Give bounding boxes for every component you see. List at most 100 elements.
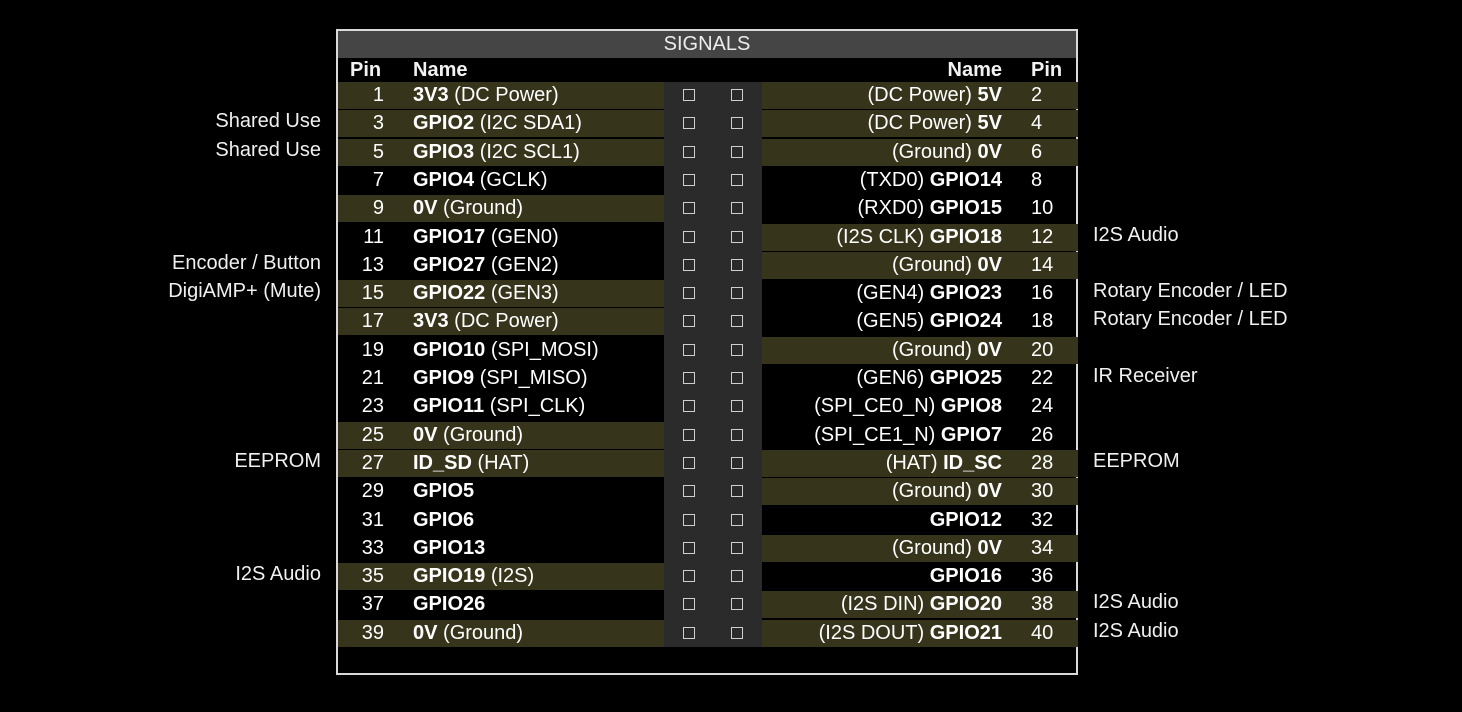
pin-signal-right: 0V — [977, 140, 1002, 163]
pin-checkbox-20[interactable] — [731, 343, 743, 356]
pin-checkbox-8[interactable] — [731, 173, 743, 186]
pin-checkbox-18[interactable] — [731, 315, 743, 328]
pin-checkbox-13[interactable] — [683, 258, 695, 271]
pin-checkbox-2[interactable] — [731, 89, 743, 101]
pin-desc-right: (GEN6) — [856, 367, 925, 389]
pin-checkbox-28[interactable] — [731, 456, 743, 469]
pinout-table: SIGNALS Pin Name Name Pin 1 3V3 (DC Power… — [336, 29, 1078, 675]
pin-number-left: 11 — [363, 225, 384, 248]
pin-signal-right: GPIO20 — [929, 593, 1002, 616]
pin-signal-left: GPIO26 — [413, 593, 486, 616]
pin-signal-right: GPIO16 — [929, 565, 1002, 588]
pin-name-right: (HAT) ID_SC — [762, 450, 1002, 477]
pin-checkbox-24[interactable] — [731, 400, 743, 413]
pin-name-right: (I2S DIN) GPIO20 — [762, 591, 1002, 618]
pin-checkbox-4[interactable] — [731, 117, 743, 130]
pin-signal-right: GPIO8 — [940, 395, 1002, 418]
pin-checkbox-15[interactable] — [683, 287, 695, 300]
pin-signal-left: GPIO22 — [413, 282, 486, 305]
pin-desc-left: (GEN3) — [490, 282, 559, 305]
pin-checkbox-12[interactable] — [731, 230, 743, 243]
pin-checkbox-37[interactable] — [683, 598, 695, 611]
side-note-right: I2S Audio — [1093, 619, 1179, 642]
pin-checkbox-25[interactable] — [683, 428, 695, 441]
pin-name-left: GPIO17 (GEN0) — [413, 224, 663, 251]
pin-name-right: (SPI_CE1_N) GPIO7 — [762, 422, 1002, 449]
pin-name-left: GPIO27 (GEN2) — [413, 252, 663, 279]
pin-checkbox-30[interactable] — [731, 485, 743, 498]
pin-checkbox-34[interactable] — [731, 541, 743, 554]
pin-checkbox-35[interactable] — [683, 570, 695, 583]
pin-row-17-18: 17 3V3 (DC Power) (GEN5) GPIO24 18 — [338, 308, 1076, 336]
pin-checkbox-10[interactable] — [731, 202, 743, 215]
pin-row-25-26: 25 0V (Ground) (SPI_CE1_N) GPIO7 26 — [338, 421, 1076, 449]
side-note-right: I2S Audio — [1093, 591, 1179, 614]
pin-checkbox-31[interactable] — [683, 513, 695, 526]
pin-checkbox-27[interactable] — [683, 456, 695, 469]
pin-checkbox-36[interactable] — [731, 570, 743, 583]
pin-row-13-14: 13 GPIO27 (GEN2) (Ground) 0V 14 — [338, 251, 1078, 279]
pin-checkbox-40[interactable] — [731, 626, 743, 639]
pin-checkbox-21[interactable] — [683, 372, 695, 384]
side-note-left: I2S Audio — [235, 563, 321, 586]
pin-checkbox-6[interactable] — [731, 145, 743, 158]
pin-signal-right: GPIO12 — [929, 508, 1002, 531]
pin-checkbox-39[interactable] — [683, 626, 695, 639]
pin-signal-left: GPIO13 — [413, 536, 486, 559]
pin-checkbox-23[interactable] — [683, 400, 695, 413]
header-pin-right: Pin — [1031, 59, 1063, 81]
pin-name-left: GPIO19 (I2S) — [413, 563, 663, 590]
pin-number-right: 4 — [1031, 112, 1043, 135]
pin-desc-right: (SPI_CE1_N) — [814, 423, 936, 446]
pin-name-right: (GEN6) GPIO25 — [762, 365, 1002, 392]
pin-checkbox-16[interactable] — [731, 287, 743, 300]
pin-checkbox-32[interactable] — [731, 513, 743, 526]
pin-checkbox-1[interactable] — [683, 89, 695, 101]
pin-desc-right: (Ground) — [891, 536, 972, 559]
pin-number-left: 13 — [361, 253, 384, 276]
pin-signal-right: 0V — [977, 338, 1002, 361]
pin-name-right: (Ground) 0V — [762, 337, 1002, 364]
pin-number-left: 27 — [361, 451, 384, 474]
pin-name-right: GPIO12 — [762, 507, 1002, 534]
pin-name-left: ID_SD (HAT) — [413, 450, 663, 477]
side-note-right: IR Receiver — [1093, 365, 1198, 387]
pin-desc-left: (Ground) — [443, 197, 524, 220]
pin-checkbox-5[interactable] — [683, 145, 695, 158]
pin-name-right: (Ground) 0V — [762, 535, 1002, 562]
pin-desc-left: (DC Power) — [454, 84, 559, 106]
pin-checkbox-17[interactable] — [683, 315, 695, 328]
pin-name-right: (SPI_CE0_N) GPIO8 — [762, 393, 1002, 420]
pin-number-left: 19 — [361, 338, 384, 361]
pin-desc-right: (RXD0) — [857, 197, 925, 220]
pin-checkbox-33[interactable] — [683, 541, 695, 554]
pin-signal-left: 3V3 — [413, 84, 449, 106]
pin-name-left: GPIO3 (I2C SCL1) — [413, 139, 663, 166]
pin-checkbox-3[interactable] — [683, 117, 695, 130]
pin-number-right: 6 — [1031, 140, 1043, 163]
pin-signal-left: 0V — [413, 197, 438, 220]
pin-name-left: GPIO11 (SPI_CLK) — [413, 393, 663, 420]
pin-checkbox-22[interactable] — [731, 372, 743, 384]
pin-name-right: (TXD0) GPIO14 — [762, 167, 1002, 194]
pin-checkbox-9[interactable] — [683, 202, 695, 215]
pin-checkbox-14[interactable] — [731, 258, 743, 271]
pin-row-23-24: 23 GPIO11 (SPI_CLK) (SPI_CE0_N) GPIO8 24 — [338, 393, 1076, 420]
pin-name-left: 0V (Ground) — [413, 620, 663, 647]
pin-checkbox-19[interactable] — [683, 343, 695, 356]
pin-number-left: 5 — [372, 140, 384, 163]
pin-desc-left: (GEN0) — [490, 225, 559, 248]
pin-number-right: 16 — [1031, 282, 1054, 305]
pin-checkbox-7[interactable] — [683, 173, 695, 186]
pin-name-left: GPIO10 (SPI_MOSI) — [413, 337, 663, 364]
side-note-right: Rotary Encoder / LED — [1093, 280, 1288, 303]
pin-checkbox-29[interactable] — [683, 485, 695, 498]
pin-checkbox-38[interactable] — [731, 598, 743, 611]
pin-name-right: (GEN5) GPIO24 — [762, 308, 1002, 335]
pin-name-right: (Ground) 0V — [762, 252, 1002, 279]
pin-desc-right: (Ground) — [891, 140, 972, 163]
pin-checkbox-11[interactable] — [683, 230, 695, 243]
pin-checkbox-26[interactable] — [731, 428, 743, 441]
pin-number-right: 40 — [1031, 621, 1054, 644]
pin-name-left: GPIO5 — [413, 478, 663, 505]
